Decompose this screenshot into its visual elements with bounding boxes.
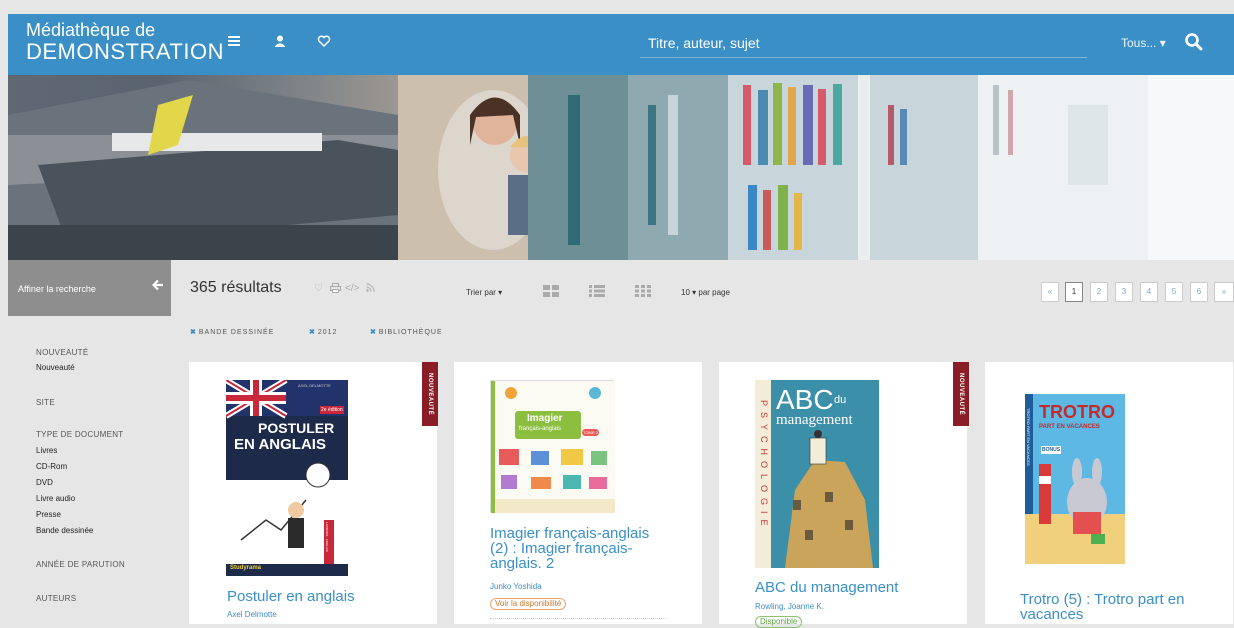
result-card[interactable]: Imagier français-anglais TOME 2 Imagier …: [454, 362, 702, 624]
facet-item-nouveaute[interactable]: Nouveauté: [36, 363, 75, 372]
cover-subtitle: français-anglais: [519, 426, 562, 432]
page-3-button[interactable]: 3: [1115, 282, 1133, 302]
results-count: 365 résultats: [190, 279, 282, 296]
result-author[interactable]: Rowling, Joanne K.: [755, 602, 824, 611]
cover-art-imagier: [491, 381, 615, 513]
filter-label: BIBLIOTHÈQUE: [378, 329, 443, 336]
book-cover[interactable]: Imagier français-anglais TOME 2: [490, 380, 615, 513]
result-title[interactable]: Trotro (5) : Trotro part en vacances: [1020, 592, 1220, 622]
cover-side-label: PSYCHOLOGIE: [759, 400, 769, 532]
facet-title-site[interactable]: SITE: [36, 398, 55, 407]
facet-title-type-document[interactable]: TYPE DE DOCUMENT: [36, 430, 123, 439]
search-input[interactable]: [640, 28, 1087, 58]
per-page-dropdown[interactable]: 10 ▾ par page: [681, 288, 730, 297]
facet-title-annee-parution[interactable]: ANNÉE DE PARUTION: [36, 560, 125, 569]
remove-filter-icon[interactable]: ✖: [370, 329, 377, 336]
remove-filter-icon[interactable]: ✖: [309, 329, 316, 336]
cover-edition: 2e édition: [320, 406, 344, 414]
top-navigation-bar: Médiathèque de DEMONSTRATION Tous... ▾: [8, 14, 1234, 75]
refine-search-label: Affiner la recherche: [18, 284, 96, 294]
view-grid-large-icon[interactable]: [543, 284, 559, 297]
cover-subtitle: PART EN VACANCES: [1039, 424, 1100, 430]
search-icon[interactable]: [1184, 32, 1206, 54]
page-prev-button[interactable]: «: [1041, 282, 1059, 302]
page-2-button[interactable]: 2: [1090, 282, 1108, 302]
cover-badge: BONUS: [1041, 446, 1062, 454]
new-ribbon: NOUVEAUTÉ: [422, 362, 438, 426]
sort-dropdown[interactable]: Trier par ▾: [466, 288, 502, 297]
result-author[interactable]: Junko Yoshida: [490, 582, 542, 591]
cover-title-line2: EN ANGLAIS: [234, 436, 326, 453]
heart-icon[interactable]: [317, 34, 331, 53]
result-card[interactable]: NOUVEAUTÉ ABC du management PSYCHOLOGIE …: [719, 362, 969, 628]
result-author[interactable]: Axel Delmotte: [227, 610, 277, 619]
view-list-icon[interactable]: [589, 284, 605, 297]
per-page-suffix: par page: [698, 288, 730, 297]
page-4-button[interactable]: 4: [1140, 282, 1158, 302]
active-filter-bande-dessinee[interactable]: ✖ BANDE DESSINÉE: [190, 328, 274, 336]
cover-author: AXEL DELMOTTE: [298, 383, 331, 388]
embed-code-icon[interactable]: </>: [345, 283, 359, 294]
facet-item-cd-rom[interactable]: CD-Rom: [36, 462, 67, 471]
page-6-button[interactable]: 6: [1190, 282, 1208, 302]
book-cover[interactable]: ABC du management PSYCHOLOGIE: [755, 380, 879, 568]
scope-label: Tous...: [1121, 36, 1157, 50]
availability-button[interactable]: Voir la disponibilité: [490, 598, 567, 610]
result-title[interactable]: Imagier français-anglais (2) : Imagier f…: [490, 526, 670, 571]
cover-title-management: management: [776, 412, 853, 428]
facet-item-presse[interactable]: Presse: [36, 510, 61, 519]
cover-side-label: TROTRO PART EN VACANCES: [1026, 408, 1031, 466]
book-cover[interactable]: AXEL DELMOTTE 2e édition POSTULER EN ANG…: [224, 377, 348, 576]
cover-title: TROTRO: [1039, 402, 1115, 422]
heart-outline-icon[interactable]: ♡: [314, 283, 323, 294]
cover-side-label: LANGUES · ANGLAIS: [325, 522, 329, 552]
page-1-button[interactable]: 1: [1065, 282, 1083, 302]
sort-label: Trier par: [466, 288, 496, 297]
refine-search-header[interactable]: Affiner la recherche: [8, 260, 171, 316]
collapse-arrow-icon[interactable]: [151, 278, 164, 295]
user-icon[interactable]: [273, 34, 287, 53]
separator: [490, 618, 666, 619]
facet-title-auteurs[interactable]: AUTEURS: [36, 594, 76, 603]
facet-title-nouveaute[interactable]: NOUVEAUTÉ: [36, 348, 89, 357]
filter-label: BANDE DESSINÉE: [198, 329, 275, 336]
page-next-button[interactable]: »: [1214, 282, 1234, 302]
search-scope-dropdown[interactable]: Tous... ▾: [1121, 36, 1166, 50]
print-icon[interactable]: [330, 283, 341, 296]
cover-tome: TOME 2: [582, 429, 599, 436]
facet-item-livre-audio[interactable]: Livre audio: [36, 494, 75, 503]
cover-title: Imagier: [527, 413, 563, 424]
facet-item-dvd[interactable]: DVD: [36, 478, 53, 487]
cover-publisher: Studyrama: [230, 565, 262, 571]
brand-line2: DEMONSTRATION: [26, 39, 224, 64]
remove-filter-icon[interactable]: ✖: [190, 329, 197, 336]
brand-line1: Médiathèque de: [26, 20, 156, 40]
cover-title-du: du: [834, 394, 847, 406]
site-logo[interactable]: Médiathèque de DEMONSTRATION: [26, 21, 224, 63]
result-card[interactable]: TROTRO PART EN VACANCES BONUS TROTRO PAR…: [985, 362, 1233, 624]
filter-label: 2012: [317, 329, 338, 336]
availability-badge[interactable]: Disponible: [755, 616, 803, 628]
rss-icon[interactable]: [366, 283, 375, 295]
facet-item-livres[interactable]: Livres: [36, 446, 57, 455]
library-photo-illustration: [8, 75, 1234, 260]
active-filter-bibliotheque[interactable]: ✖ BIBLIOTHÈQUE: [370, 328, 443, 336]
menu-icon[interactable]: [227, 34, 241, 53]
facet-item-bande-dessinee[interactable]: Bande dessinée: [36, 526, 93, 535]
hero-banner-image: [8, 75, 1234, 260]
new-ribbon: NOUVEAUTÉ: [953, 362, 969, 426]
active-filter-2012[interactable]: ✖ 2012: [309, 328, 337, 336]
book-cover[interactable]: TROTRO PART EN VACANCES BONUS TROTRO PAR…: [1025, 394, 1125, 564]
page-5-button[interactable]: 5: [1165, 282, 1183, 302]
result-card[interactable]: NOUVEAUTÉ AXEL DELMOTTE 2e édition POSTU…: [189, 362, 438, 624]
result-title[interactable]: ABC du management: [755, 580, 955, 595]
view-grid-small-icon[interactable]: [635, 284, 651, 297]
per-page-value: 10: [681, 288, 690, 297]
result-title[interactable]: Postuler en anglais: [227, 589, 427, 604]
cover-title-line1: POSTULER: [258, 420, 335, 436]
